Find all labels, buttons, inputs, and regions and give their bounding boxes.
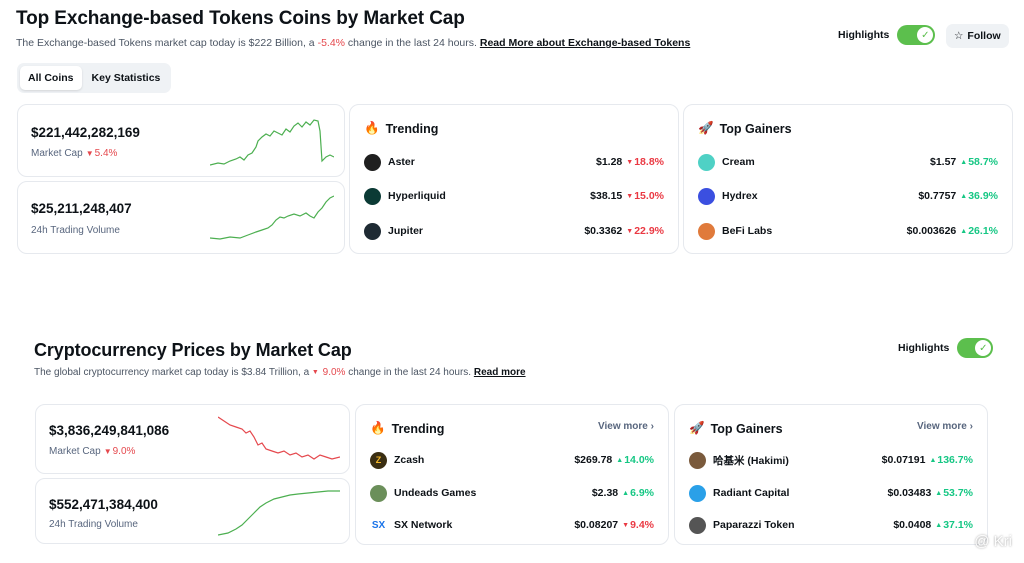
cream-coin-icon [698, 153, 715, 171]
jupiter-coin-icon [364, 222, 381, 240]
list-item[interactable]: Aster $1.28 ▼18.8% [364, 152, 664, 172]
trending-title: 🔥 Trending [364, 121, 439, 136]
check-icon: ✓ [917, 27, 934, 43]
highlights-toggle-group: Highlights ✓ [898, 338, 994, 358]
hydrex-coin-icon [698, 187, 715, 205]
paparazzi-token-coin-icon [689, 516, 706, 534]
top-header: Top Exchange-based Tokens Coins by Marke… [16, 8, 690, 49]
crypto-subtitle: The global cryptocurrency market cap tod… [34, 367, 526, 378]
market-cap-card[interactable]: $221,442,282,169 Market Cap ▼5.4% [17, 104, 345, 177]
highlights-label: Highlights [898, 342, 950, 354]
top-gainers-card: 🚀 Top Gainers Cream $1.57 ▲58.7% Hydrex $… [683, 104, 1013, 254]
read-more-link[interactable]: Read more [474, 367, 526, 378]
watermark: @ Kri [974, 533, 1012, 550]
view-more-link[interactable]: View more › [598, 421, 654, 432]
page-title: Top Exchange-based Tokens Coins by Marke… [16, 8, 465, 29]
volume-value: $25,211,248,407 [31, 201, 132, 216]
list-item[interactable]: SX SX Network $0.08207 ▼9.4% [370, 515, 654, 535]
trending-card: 🔥 Trending Aster $1.28 ▼18.8% Hyperliquid… [349, 104, 679, 254]
highlights-toggle[interactable]: ✓ [897, 25, 936, 45]
rocket-icon: 🚀 [689, 421, 705, 435]
rocket-icon: 🚀 [698, 121, 714, 135]
follow-button[interactable]: ☆ Follow [946, 24, 1009, 48]
highlights-toggle-group: Highlights ✓ [838, 25, 936, 45]
highlights-toggle[interactable]: ✓ [957, 338, 994, 358]
read-more-link[interactable]: Read More about Exchange-based Tokens [480, 37, 690, 49]
befi-labs-coin-icon [698, 222, 715, 240]
market-cap-label: Market Cap ▼5.4% [31, 148, 118, 159]
highlights-label: Highlights [838, 29, 890, 41]
crypto-title: Cryptocurrency Prices by Market Cap [34, 340, 352, 360]
volume-label: 24h Trading Volume [31, 225, 120, 236]
global-volume-label: 24h Trading Volume [49, 519, 138, 530]
global-market-cap-label: Market Cap ▼9.0% [49, 446, 136, 457]
market-cap-value: $221,442,282,169 [31, 125, 140, 140]
global-volume-value: $552,471,384,400 [49, 497, 158, 512]
radiant-capital-coin-icon [689, 484, 706, 502]
market-cap-sparkline [210, 119, 334, 166]
list-item[interactable]: Jupiter $0.3362 ▼22.9% [364, 221, 664, 241]
view-tabs: All Coins Key Statistics [17, 63, 172, 93]
global-market-cap-value: $3,836,249,841,086 [49, 423, 170, 438]
volume-sparkline [210, 195, 334, 240]
global-top-gainers-card: 🚀 Top Gainers View more › 哈基米 (Hakimi) $0… [674, 404, 988, 545]
chevron-right-icon: › [969, 421, 973, 432]
star-icon: ☆ [954, 30, 964, 42]
list-item[interactable]: Radiant Capital $0.03483 ▲53.7% [689, 483, 973, 503]
list-item[interactable]: 哈基米 (Hakimi) $0.07191 ▲136.7% [689, 450, 973, 470]
global-market-cap-sparkline [218, 416, 340, 460]
list-item[interactable]: Cream $1.57 ▲58.7% [698, 152, 998, 172]
list-item[interactable]: BeFi Labs $0.003626 ▲26.1% [698, 221, 998, 241]
top-gainers-title: 🚀 Top Gainers [698, 121, 792, 136]
tab-key-statistics[interactable]: Key Statistics [84, 66, 169, 90]
global-volume-card[interactable]: $552,471,384,400 24h Trading Volume [35, 478, 350, 544]
global-volume-sparkline [218, 490, 340, 536]
fire-icon: 🔥 [370, 421, 386, 435]
tab-all-coins[interactable]: All Coins [20, 66, 82, 90]
list-item[interactable]: Paparazzi Token $0.0408 ▲37.1% [689, 515, 973, 535]
undeads-games-coin-icon [370, 484, 387, 502]
list-item[interactable]: Hyperliquid $38.15 ▼15.0% [364, 186, 664, 206]
top-gainers-title: 🚀 Top Gainers [689, 421, 783, 436]
global-market-cap-card[interactable]: $3,836,249,841,086 Market Cap ▼9.0% [35, 404, 350, 474]
aster-coin-icon [364, 153, 381, 171]
hyperliquid-coin-icon [364, 187, 381, 205]
view-more-link[interactable]: View more › [917, 421, 973, 432]
crypto-header: Cryptocurrency Prices by Market Cap The … [34, 340, 526, 378]
list-item[interactable]: Z Zcash $269.78 ▲14.0% [370, 450, 654, 470]
volume-card[interactable]: $25,211,248,407 24h Trading Volume [17, 181, 345, 254]
list-item[interactable]: Undeads Games $2.38 ▲6.9% [370, 483, 654, 503]
zcash-coin-icon: Z [370, 451, 387, 469]
trending-title: 🔥 Trending [370, 421, 445, 436]
chevron-right-icon: › [650, 421, 654, 432]
page-subtitle: The Exchange-based Tokens market cap tod… [16, 37, 691, 49]
check-icon: ✓ [975, 340, 992, 356]
sx-network-coin-icon: SX [370, 516, 387, 534]
list-item[interactable]: Hydrex $0.7757 ▲36.9% [698, 186, 998, 206]
global-trending-card: 🔥 Trending View more › Z Zcash $269.78 ▲1… [355, 404, 669, 545]
hakimi-coin-icon [689, 451, 706, 469]
fire-icon: 🔥 [364, 121, 380, 135]
subtitle-change: -5.4% [317, 37, 346, 49]
subtitle-change: ▼ 9.0% [311, 367, 346, 378]
